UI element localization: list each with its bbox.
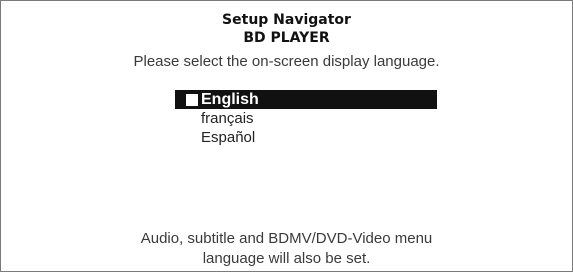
language-option-label: français bbox=[201, 110, 254, 127]
language-option-label: English bbox=[201, 91, 259, 108]
language-option-francais[interactable]: français bbox=[175, 109, 437, 128]
language-list: English français Español bbox=[175, 90, 437, 147]
footer-note: Audio, subtitle and BDMV/DVD-Video menu … bbox=[1, 229, 572, 269]
page-title: Setup Navigator bbox=[222, 12, 351, 28]
language-option-espanol[interactable]: Español bbox=[175, 128, 437, 147]
instruction-text: Please select the on-screen display lang… bbox=[133, 53, 440, 70]
footer-line-1: Audio, subtitle and BDMV/DVD-Video menu bbox=[140, 230, 433, 247]
setup-navigator-screen: Setup Navigator BD PLAYER Please select … bbox=[0, 0, 573, 272]
selection-marker-icon bbox=[186, 94, 198, 106]
language-option-english[interactable]: English bbox=[175, 90, 437, 109]
page-subtitle: BD PLAYER bbox=[243, 30, 330, 46]
language-option-label: Español bbox=[201, 129, 256, 146]
footer-line-2: language will also be set. bbox=[202, 250, 371, 267]
